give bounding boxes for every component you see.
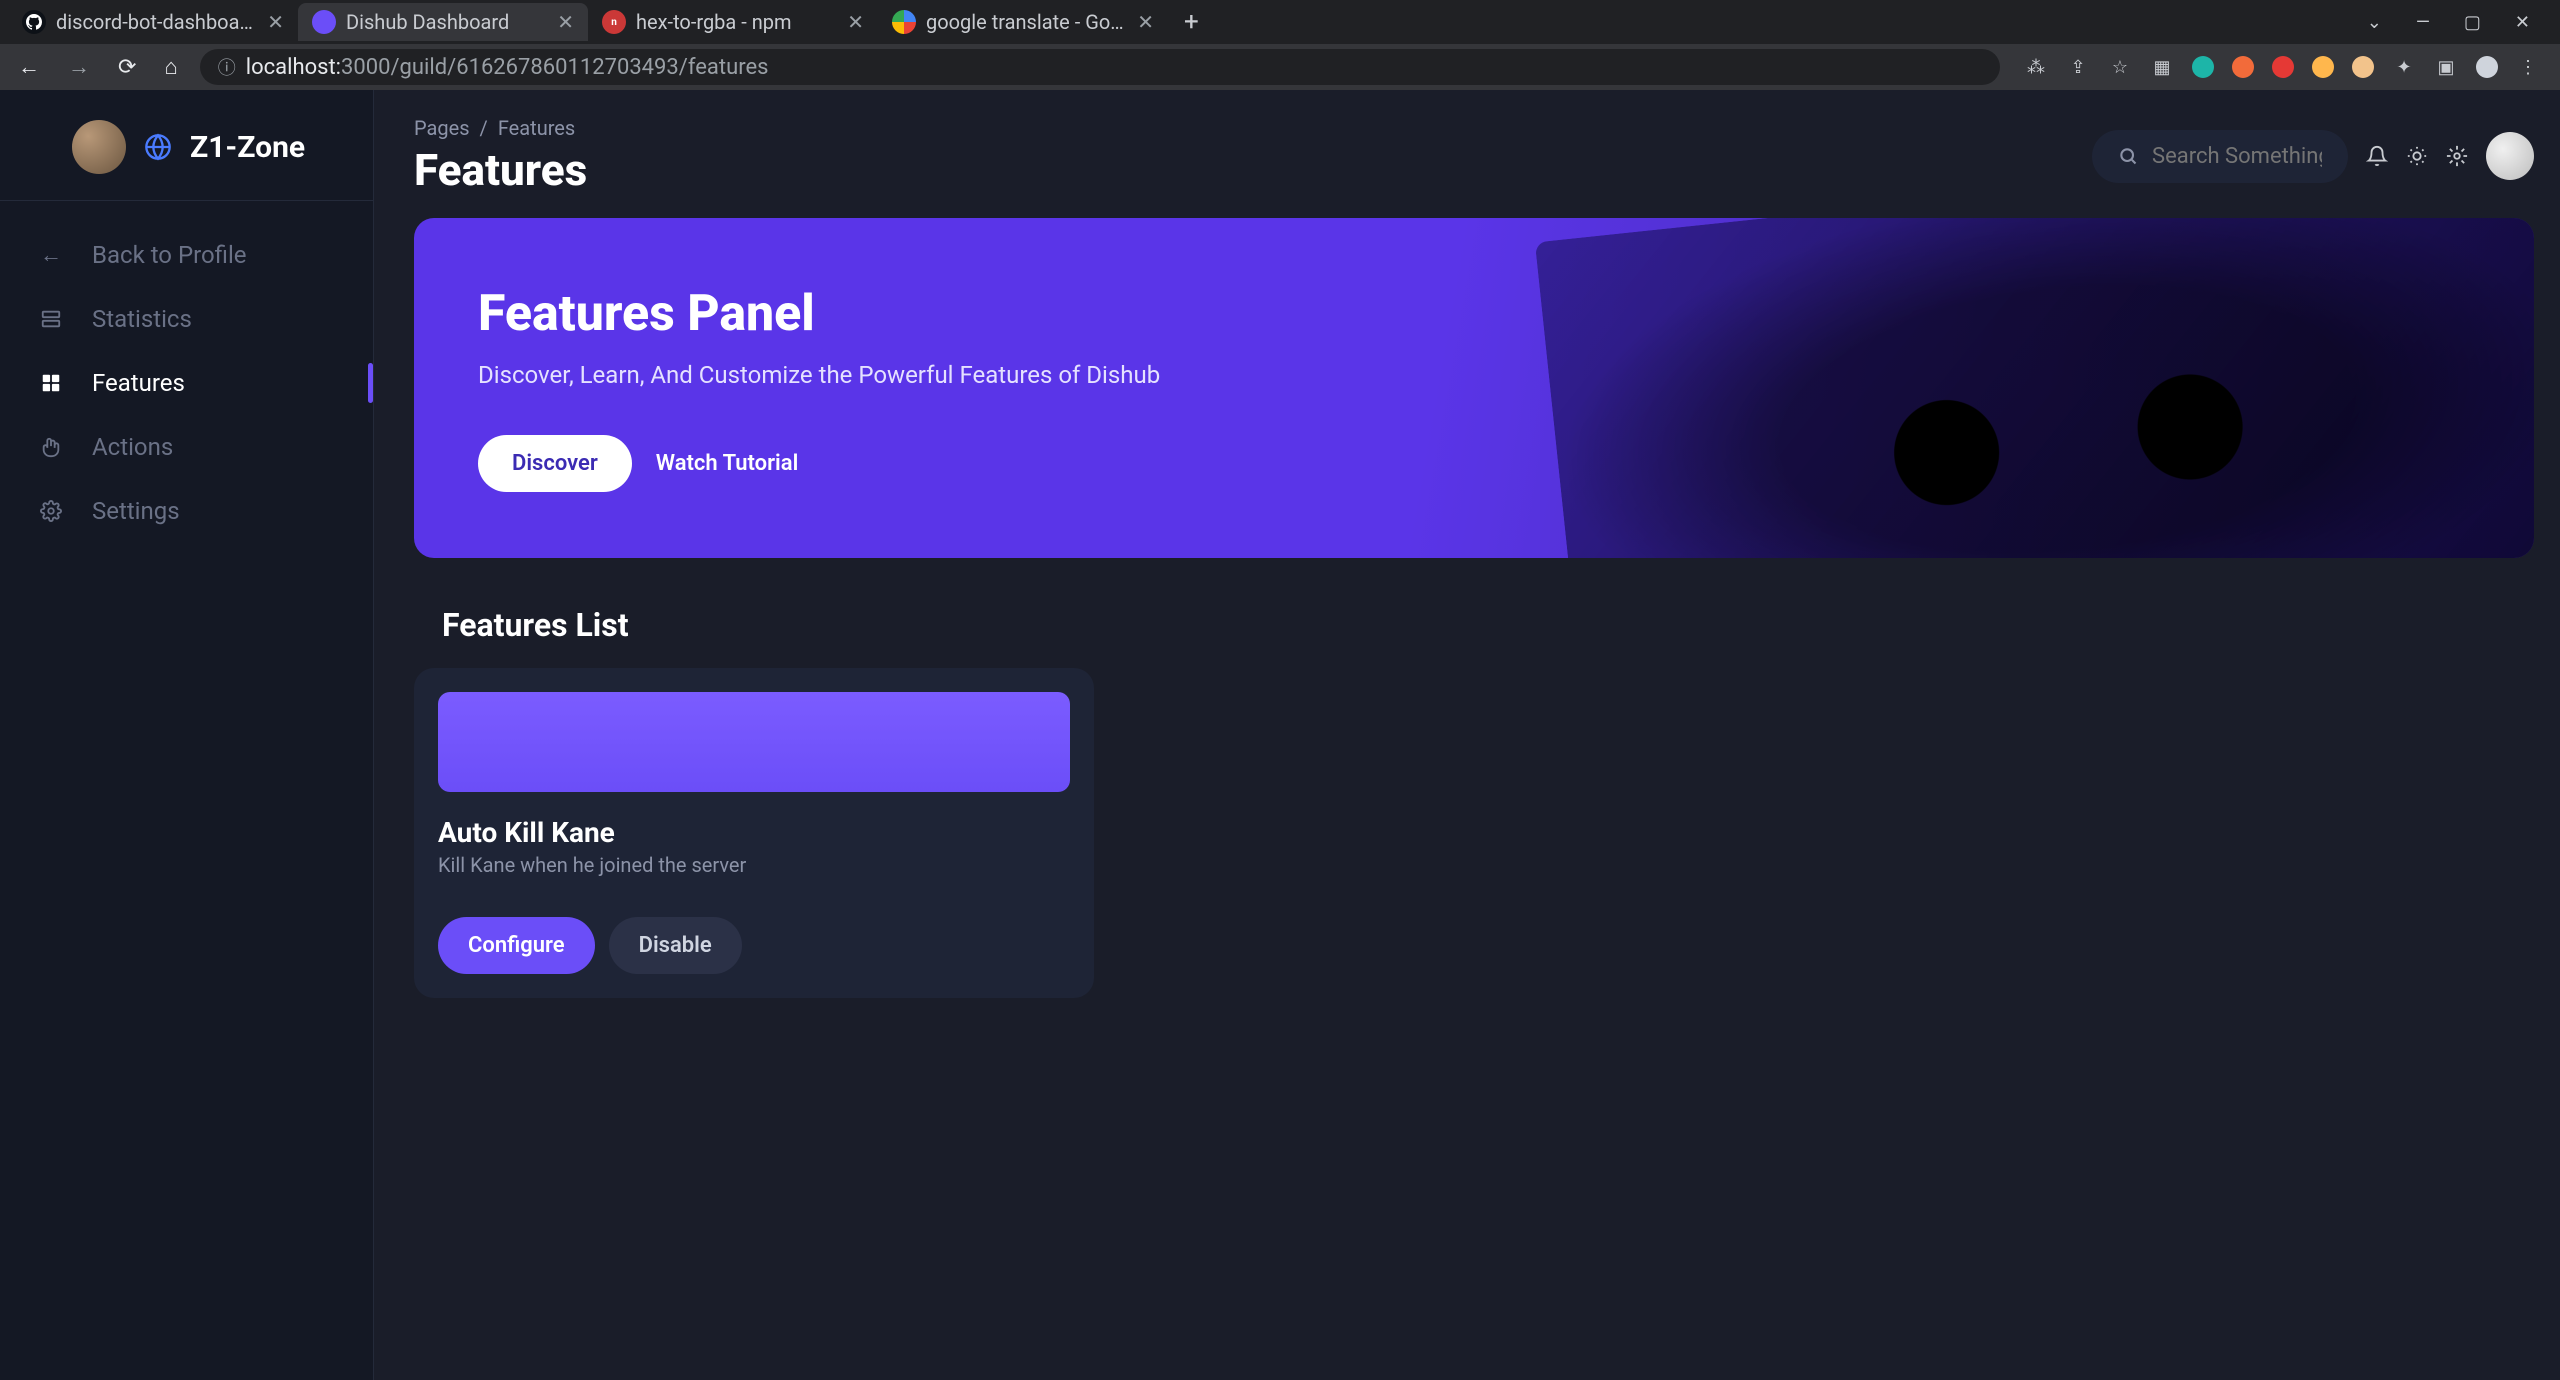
gear-icon (38, 498, 64, 524)
sidebar-header: Z1-Zone (0, 90, 373, 201)
close-icon[interactable]: ✕ (847, 10, 864, 34)
url-text: localhost:3000/guild/616267860112703493/… (246, 55, 769, 80)
extension-icon[interactable] (2232, 56, 2254, 78)
bell-icon[interactable] (2366, 145, 2388, 167)
forward-button[interactable]: → (62, 54, 96, 80)
stats-icon (38, 306, 64, 332)
app-root: Z1-Zone ← Back to Profile Statistics Fea… (0, 90, 2560, 1380)
sidepanel-icon[interactable]: ▣ (2434, 55, 2458, 79)
feature-cards: Auto Kill Kane Kill Kane when he joined … (414, 668, 2534, 998)
close-icon[interactable]: ✕ (267, 10, 284, 34)
address-bar: ← → ⟳ ⌂ ⓘ localhost:3000/guild/616267860… (0, 44, 2560, 90)
new-tab-button[interactable]: + (1168, 7, 1215, 37)
close-icon[interactable]: ✕ (557, 10, 574, 34)
share-icon[interactable]: ⇪ (2066, 55, 2090, 79)
globe-icon (142, 131, 174, 163)
breadcrumb-root[interactable]: Pages (414, 116, 470, 140)
google-favicon-icon (892, 10, 916, 34)
sidebar-item-label: Settings (92, 497, 180, 525)
search-input[interactable] (2152, 144, 2322, 169)
page-title: Features (414, 144, 587, 196)
site-info-icon[interactable]: ⓘ (218, 54, 236, 80)
banner-title: Features Panel (478, 285, 2470, 343)
breadcrumb-area: Pages / Features Features (414, 116, 587, 196)
back-button[interactable]: ← (12, 54, 46, 80)
sidebar-item-label: Back to Profile (92, 241, 247, 269)
url-input[interactable]: ⓘ localhost:3000/guild/61626786011270349… (200, 49, 2000, 85)
tab-title: Dishub Dashboard (346, 10, 547, 34)
grid-icon (38, 370, 64, 396)
banner-actions: Discover Watch Tutorial (478, 435, 2470, 492)
banner-subtitle: Discover, Learn, And Customize the Power… (478, 361, 2470, 389)
sun-icon[interactable] (2406, 145, 2428, 167)
sidebar: Z1-Zone ← Back to Profile Statistics Fea… (0, 90, 374, 1380)
browser-chrome: discord-bot-dashboard-backe… ✕ Dishub Da… (0, 0, 2560, 90)
features-list-title: Features List (442, 606, 2534, 644)
breadcrumb-separator: / (480, 116, 488, 140)
close-icon[interactable]: ✕ (1137, 10, 1154, 34)
hand-icon (38, 434, 64, 460)
extensions-icon[interactable]: ✦ (2392, 55, 2416, 79)
chevron-down-icon[interactable]: ⌄ (2367, 12, 2382, 33)
tab-title: discord-bot-dashboard-backe… (56, 10, 257, 34)
maximize-icon[interactable]: ▢ (2464, 12, 2481, 33)
feature-card-description: Kill Kane when he joined the server (438, 853, 1070, 877)
topbar: Pages / Features Features (414, 116, 2534, 196)
kebab-menu-icon[interactable]: ⋮ (2516, 55, 2540, 79)
reload-button[interactable]: ⟳ (112, 55, 142, 80)
sidebar-item-features[interactable]: Features (0, 351, 373, 415)
nav-items: ← Back to Profile Statistics Features A (0, 201, 373, 565)
feature-card-image (438, 692, 1070, 792)
features-banner: Features Panel Discover, Learn, And Cust… (414, 218, 2534, 558)
search-icon (2118, 146, 2138, 166)
sidebar-item-back[interactable]: ← Back to Profile (0, 223, 373, 287)
browser-tab[interactable]: Dishub Dashboard ✕ (298, 3, 588, 41)
profile-avatar-icon[interactable] (2476, 56, 2498, 78)
github-icon (22, 10, 46, 34)
toolbar-icons: ⁂ ⇪ ☆ ▦ ✦ ▣ ⋮ (2016, 55, 2548, 79)
feature-card-title: Auto Kill Kane (438, 816, 1070, 849)
main-content: Pages / Features Features (374, 90, 2560, 1380)
discover-button[interactable]: Discover (478, 435, 632, 492)
sidebar-item-actions[interactable]: Actions (0, 415, 373, 479)
sidebar-item-label: Actions (92, 433, 173, 461)
sidebar-item-label: Statistics (92, 305, 192, 333)
extension-icon[interactable] (2272, 56, 2294, 78)
browser-tab[interactable]: google translate - Google Sear… ✕ (878, 3, 1168, 41)
app-favicon-icon (312, 10, 336, 34)
sidebar-item-label: Features (92, 369, 185, 397)
extension-icon[interactable] (2192, 56, 2214, 78)
gear-icon[interactable] (2446, 145, 2468, 167)
minimize-icon[interactable]: — (2416, 12, 2430, 33)
translate-icon[interactable]: ⁂ (2024, 55, 2048, 79)
breadcrumb-leaf: Features (498, 116, 575, 140)
browser-tab[interactable]: n hex-to-rgba - npm ✕ (588, 3, 878, 41)
search-box[interactable] (2092, 130, 2348, 183)
guild-avatar[interactable] (72, 120, 126, 174)
tab-bar: discord-bot-dashboard-backe… ✕ Dishub Da… (0, 0, 2560, 44)
arrow-left-icon: ← (38, 242, 64, 268)
feature-card-actions: Configure Disable (438, 917, 1070, 974)
topbar-right (2092, 130, 2534, 183)
extension-icon[interactable] (2312, 56, 2334, 78)
breadcrumb: Pages / Features (414, 116, 587, 140)
guild-name: Z1-Zone (190, 130, 305, 165)
disable-button[interactable]: Disable (609, 917, 742, 974)
window-controls: ⌄ — ▢ ✕ (2367, 12, 2552, 33)
tab-title: hex-to-rgba - npm (636, 10, 837, 34)
image-icon[interactable]: ▦ (2150, 55, 2174, 79)
browser-tab[interactable]: discord-bot-dashboard-backe… ✕ (8, 3, 298, 41)
watch-tutorial-button[interactable]: Watch Tutorial (656, 451, 799, 476)
sidebar-item-settings[interactable]: Settings (0, 479, 373, 543)
extension-icon[interactable] (2352, 56, 2374, 78)
tab-title: google translate - Google Sear… (926, 10, 1127, 34)
sidebar-item-statistics[interactable]: Statistics (0, 287, 373, 351)
star-icon[interactable]: ☆ (2108, 55, 2132, 79)
configure-button[interactable]: Configure (438, 917, 595, 974)
user-avatar[interactable] (2486, 132, 2534, 180)
close-window-icon[interactable]: ✕ (2515, 12, 2530, 33)
npm-favicon-icon: n (602, 10, 626, 34)
home-button[interactable]: ⌂ (158, 54, 183, 80)
feature-card: Auto Kill Kane Kill Kane when he joined … (414, 668, 1094, 998)
